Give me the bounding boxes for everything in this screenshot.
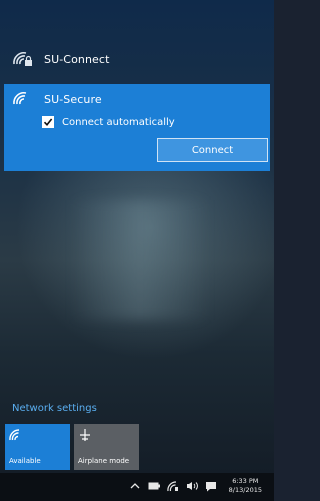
connect-button[interactable]: Connect xyxy=(157,138,268,162)
quick-action-available[interactable]: Available xyxy=(5,424,70,470)
wifi-secured-icon xyxy=(13,51,32,66)
network-flyout: SU-Connect SU-Secure Connect automatical… xyxy=(0,0,274,473)
clock[interactable]: 6:33 PM 8/13/2015 xyxy=(229,477,262,495)
connect-automatically-label: Connect automatically xyxy=(62,116,175,128)
network-name: SU-Connect xyxy=(44,52,110,66)
network-icon[interactable] xyxy=(166,479,180,493)
quick-action-label: Airplane mode xyxy=(78,457,130,465)
checkmark-icon xyxy=(43,118,53,127)
volume-icon[interactable] xyxy=(185,479,199,493)
chevron-up-icon[interactable] xyxy=(128,479,142,493)
background-blur xyxy=(70,200,210,320)
battery-icon[interactable] xyxy=(147,479,161,493)
network-name: SU-Secure xyxy=(44,92,102,106)
quick-actions: Available Airplane mode xyxy=(5,424,139,470)
connect-automatically-option[interactable]: Connect automatically xyxy=(42,116,175,128)
notification-icon[interactable] xyxy=(204,479,218,493)
network-item-su-connect[interactable]: SU-Connect xyxy=(4,44,270,74)
connect-automatically-checkbox[interactable] xyxy=(42,116,54,128)
clock-time: 6:33 PM xyxy=(232,477,259,485)
wifi-secured-icon xyxy=(13,91,27,105)
network-item-su-secure[interactable]: SU-Secure Connect automatically Connect xyxy=(4,84,270,171)
quick-action-airplane-mode[interactable]: Airplane mode xyxy=(74,424,139,470)
taskbar: 6:33 PM 8/13/2015 xyxy=(0,473,274,501)
quick-action-label: Available xyxy=(9,457,41,465)
system-tray xyxy=(128,479,218,493)
wifi-icon xyxy=(9,429,20,441)
clock-date: 8/13/2015 xyxy=(228,486,262,494)
airplane-icon xyxy=(80,429,90,441)
network-settings-link[interactable]: Network settings xyxy=(12,403,97,414)
